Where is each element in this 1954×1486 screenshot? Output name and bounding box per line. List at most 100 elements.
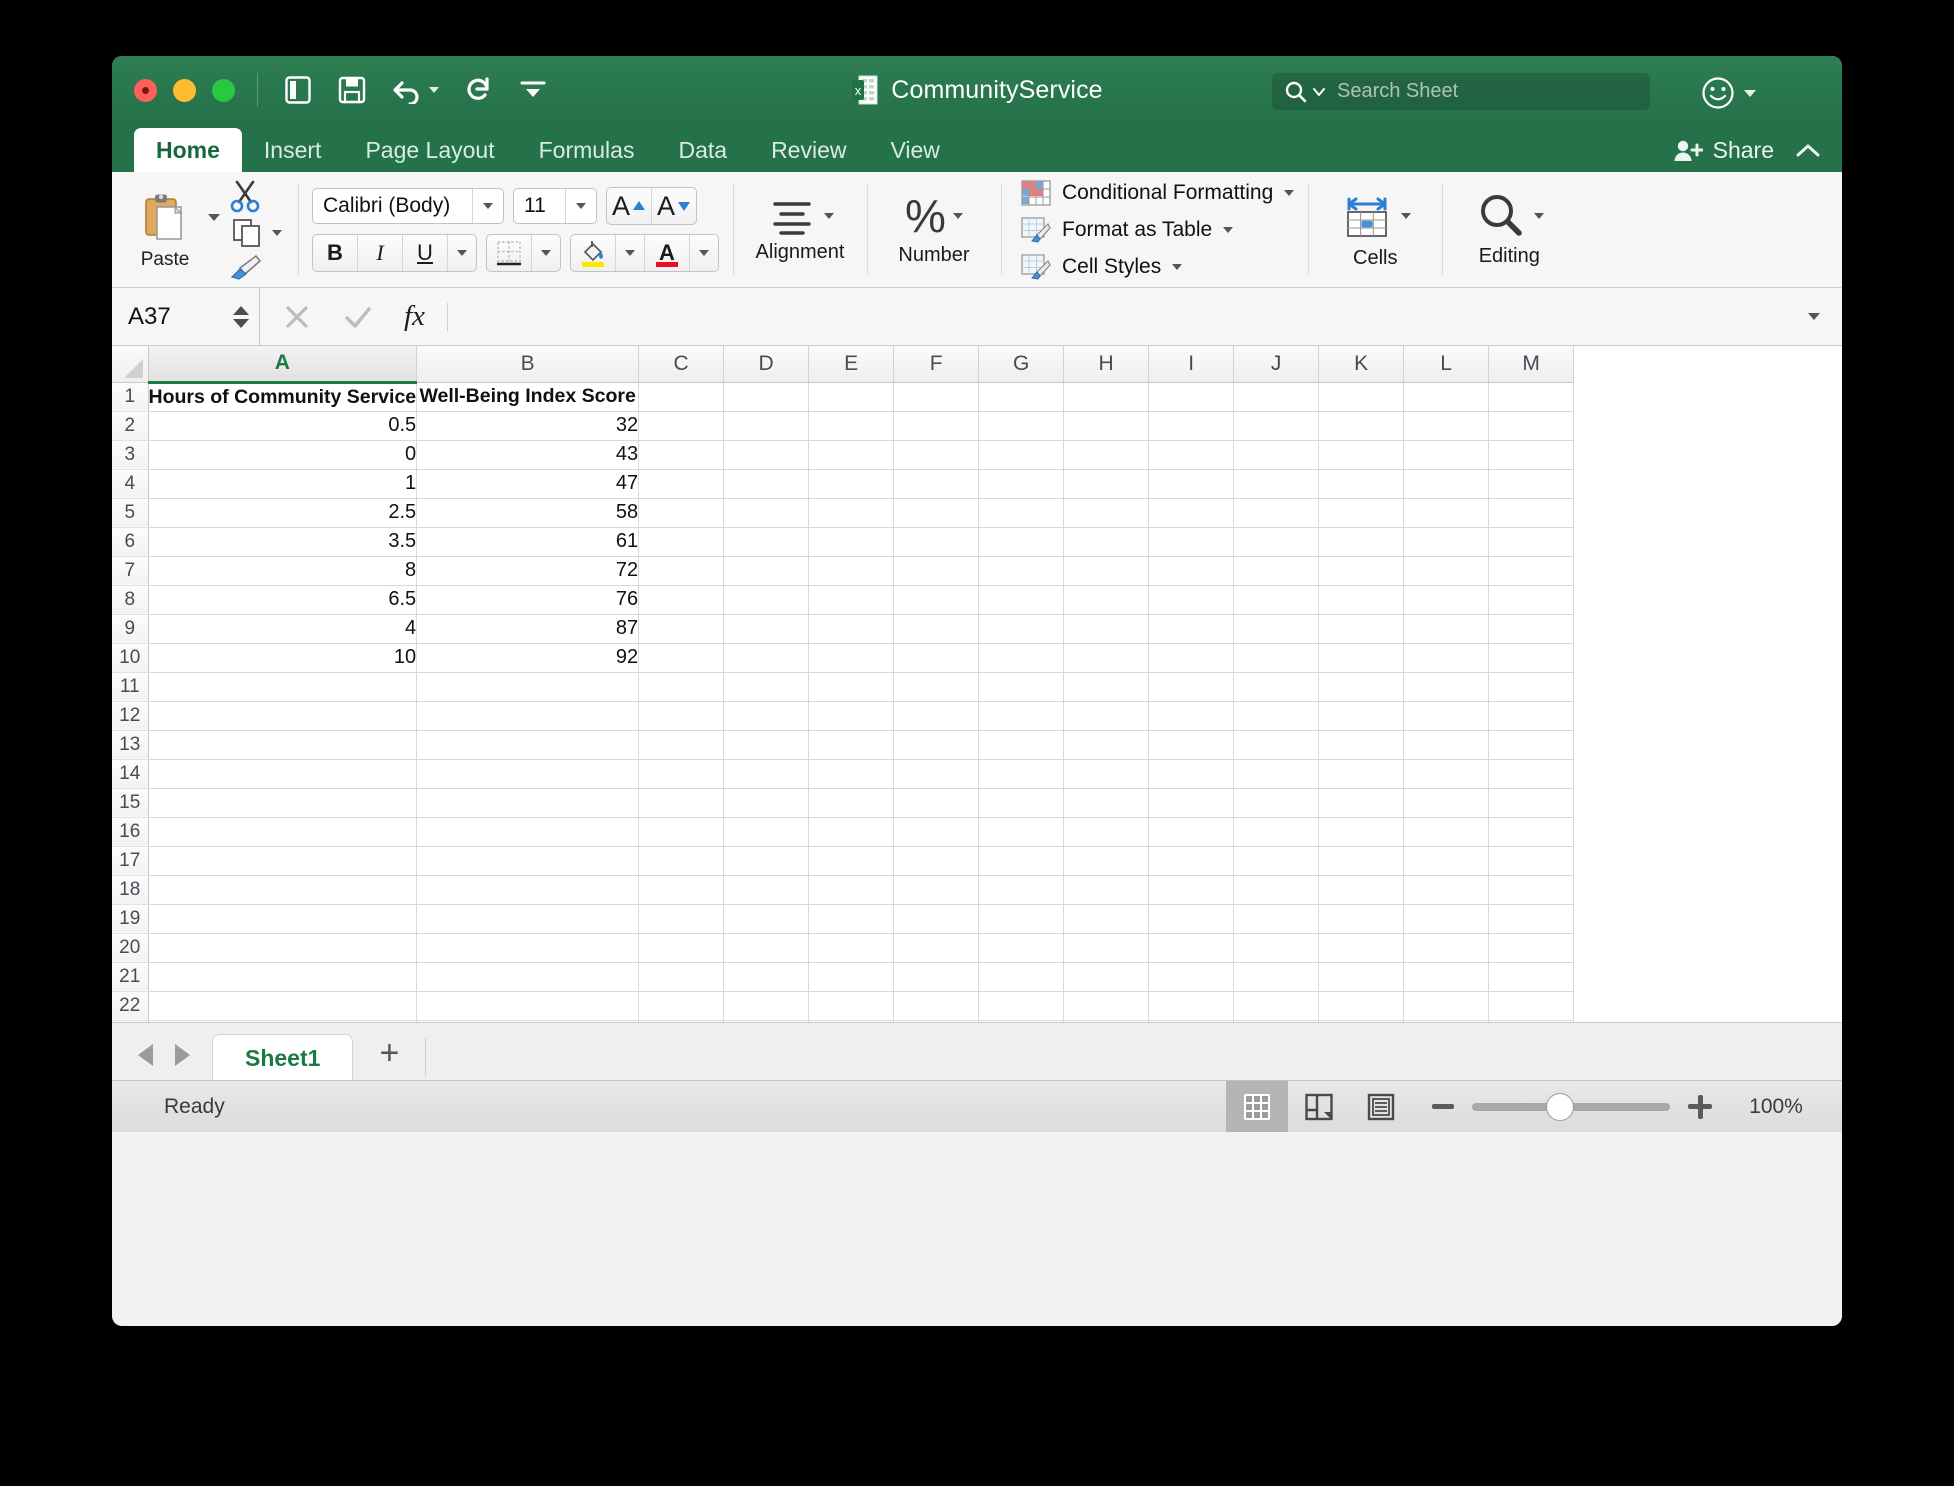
cell-K20[interactable] [1319,933,1404,962]
cell-D7[interactable] [724,556,809,585]
cell-M1[interactable] [1489,382,1574,411]
cell-F19[interactable] [894,904,979,933]
row-header-4[interactable]: 4 [112,469,148,498]
sidebar-icon[interactable] [284,75,312,105]
cell-M14[interactable] [1489,759,1574,788]
format-painter-icon[interactable] [228,253,262,281]
cell-K9[interactable] [1319,614,1404,643]
row-header-10[interactable]: 10 [112,643,148,672]
cell-A3[interactable]: 0 [148,440,417,469]
cell-H16[interactable] [1064,817,1149,846]
cell-M10[interactable] [1489,643,1574,672]
column-header-d[interactable]: D [724,346,809,382]
cell-K18[interactable] [1319,875,1404,904]
cell-M8[interactable] [1489,585,1574,614]
cell-J8[interactable] [1234,585,1319,614]
cell-B4[interactable]: 47 [417,469,639,498]
cell-J2[interactable] [1234,411,1319,440]
bold-button[interactable]: B [313,235,357,271]
search-input[interactable]: Search Sheet [1272,73,1650,110]
cell-H23[interactable] [1064,1020,1149,1022]
decrease-font-size-button[interactable]: A [652,188,696,224]
cell-A18[interactable] [148,875,417,904]
cell-E9[interactable] [809,614,894,643]
cell-A9[interactable]: 4 [148,614,417,643]
cancel-icon[interactable] [282,302,312,332]
cell-I13[interactable] [1149,730,1234,759]
cell-L19[interactable] [1404,904,1489,933]
cell-K12[interactable] [1319,701,1404,730]
zoom-slider[interactable] [1472,1103,1670,1111]
cell-I3[interactable] [1149,440,1234,469]
row-header-19[interactable]: 19 [112,904,148,933]
cell-F18[interactable] [894,875,979,904]
font-color-button[interactable]: A [645,235,689,271]
cell-C13[interactable] [639,730,724,759]
cell-D4[interactable] [724,469,809,498]
cell-D21[interactable] [724,962,809,991]
cell-M21[interactable] [1489,962,1574,991]
cell-M16[interactable] [1489,817,1574,846]
cell-E14[interactable] [809,759,894,788]
number-format-button[interactable]: % Number [881,193,987,267]
cell-H6[interactable] [1064,527,1149,556]
cell-A19[interactable] [148,904,417,933]
row-header-1[interactable]: 1 [112,382,148,411]
cell-H9[interactable] [1064,614,1149,643]
cell-H4[interactable] [1064,469,1149,498]
cell-F15[interactable] [894,788,979,817]
cell-I17[interactable] [1149,846,1234,875]
cell-M2[interactable] [1489,411,1574,440]
cell-E3[interactable] [809,440,894,469]
cell-M5[interactable] [1489,498,1574,527]
cell-B3[interactable]: 43 [417,440,639,469]
cell-I15[interactable] [1149,788,1234,817]
cell-I12[interactable] [1149,701,1234,730]
cell-D1[interactable] [724,382,809,411]
font-size-caret[interactable] [576,203,586,209]
cell-A22[interactable] [148,991,417,1020]
cell-L5[interactable] [1404,498,1489,527]
cell-H21[interactable] [1064,962,1149,991]
cell-F3[interactable] [894,440,979,469]
cell-B23[interactable] [417,1020,639,1022]
font-size-select[interactable]: 11 [513,188,597,224]
cell-K11[interactable] [1319,672,1404,701]
zoom-out-button[interactable] [1432,1104,1454,1109]
cell-G19[interactable] [979,904,1064,933]
redo-icon[interactable] [465,76,493,104]
cell-J20[interactable] [1234,933,1319,962]
cell-C21[interactable] [639,962,724,991]
cell-H8[interactable] [1064,585,1149,614]
cell-M15[interactable] [1489,788,1574,817]
cell-H2[interactable] [1064,411,1149,440]
cell-E11[interactable] [809,672,894,701]
cell-J9[interactable] [1234,614,1319,643]
sheet-tab-sheet1[interactable]: Sheet1 [212,1034,353,1080]
cell-D23[interactable] [724,1020,809,1022]
cell-L11[interactable] [1404,672,1489,701]
format-as-table-caret[interactable] [1223,227,1233,233]
cell-L21[interactable] [1404,962,1489,991]
cell-A14[interactable] [148,759,417,788]
cell-E23[interactable] [809,1020,894,1022]
cell-D8[interactable] [724,585,809,614]
cell-B14[interactable] [417,759,639,788]
cell-J21[interactable] [1234,962,1319,991]
feedback-menu[interactable] [1701,76,1756,110]
cell-H14[interactable] [1064,759,1149,788]
cell-L16[interactable] [1404,817,1489,846]
cell-H1[interactable] [1064,382,1149,411]
cell-H5[interactable] [1064,498,1149,527]
cell-G21[interactable] [979,962,1064,991]
column-header-h[interactable]: H [1064,346,1149,382]
cell-L10[interactable] [1404,643,1489,672]
cell-E22[interactable] [809,991,894,1020]
cell-B18[interactable] [417,875,639,904]
cell-I2[interactable] [1149,411,1234,440]
row-header-20[interactable]: 20 [112,933,148,962]
cell-M20[interactable] [1489,933,1574,962]
cell-G18[interactable] [979,875,1064,904]
minimize-button[interactable] [173,79,196,102]
cell-L20[interactable] [1404,933,1489,962]
